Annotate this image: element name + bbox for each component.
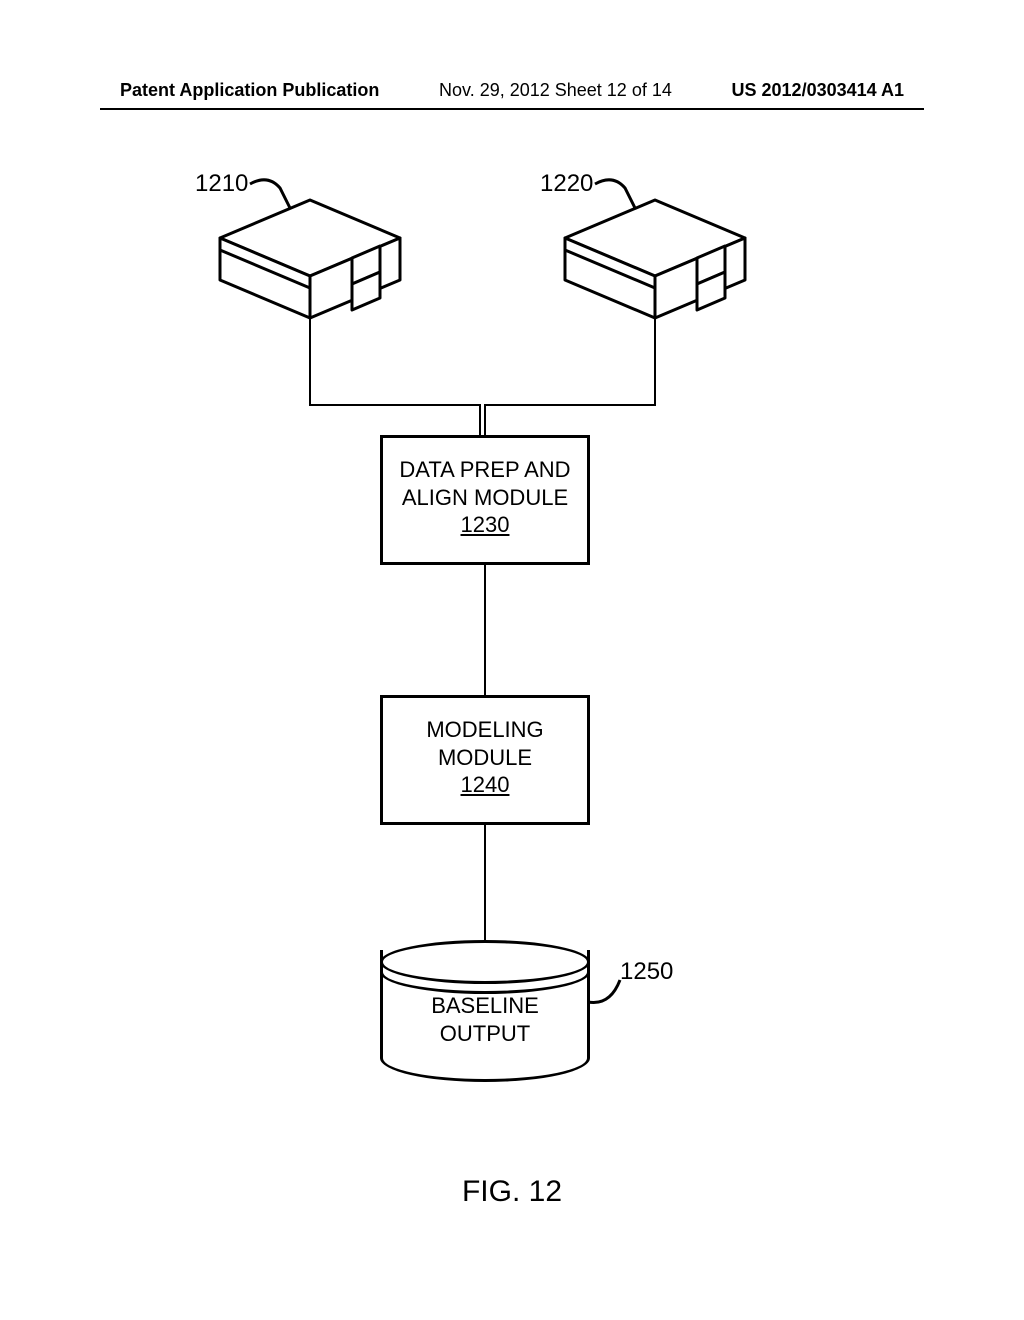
module-modeling-line1: MODELING [383, 716, 587, 744]
figure-caption: FIG. 12 [0, 1175, 1024, 1209]
module-modeling-num: 1240 [383, 771, 587, 799]
header-mid: Nov. 29, 2012 Sheet 12 of 14 [439, 80, 672, 101]
cylinder-top [380, 940, 590, 984]
header-right: US 2012/0303414 A1 [732, 80, 904, 101]
page-header: Patent Application Publication Nov. 29, … [0, 80, 1024, 101]
connector-1240-1250 [484, 825, 486, 940]
figure-diagram: 1210 1220 [0, 140, 1024, 1240]
module-data-prep-line1: DATA PREP AND [383, 456, 587, 484]
module-data-prep-num: 1230 [383, 511, 587, 539]
header-rule [100, 108, 924, 110]
cylinder-baseline-output: BASELINE OUTPUT [380, 962, 590, 1082]
header-left: Patent Application Publication [120, 80, 379, 101]
cylinder-line2: OUTPUT [383, 1020, 587, 1048]
module-data-prep-line2: ALIGN MODULE [383, 484, 587, 512]
module-modeling-line2: MODULE [383, 744, 587, 772]
connector-1230-1240 [484, 565, 486, 695]
module-data-prep: DATA PREP AND ALIGN MODULE 1230 [380, 435, 590, 565]
cylinder-line1: BASELINE [383, 992, 587, 1020]
module-modeling: MODELING MODULE 1240 [380, 695, 590, 825]
